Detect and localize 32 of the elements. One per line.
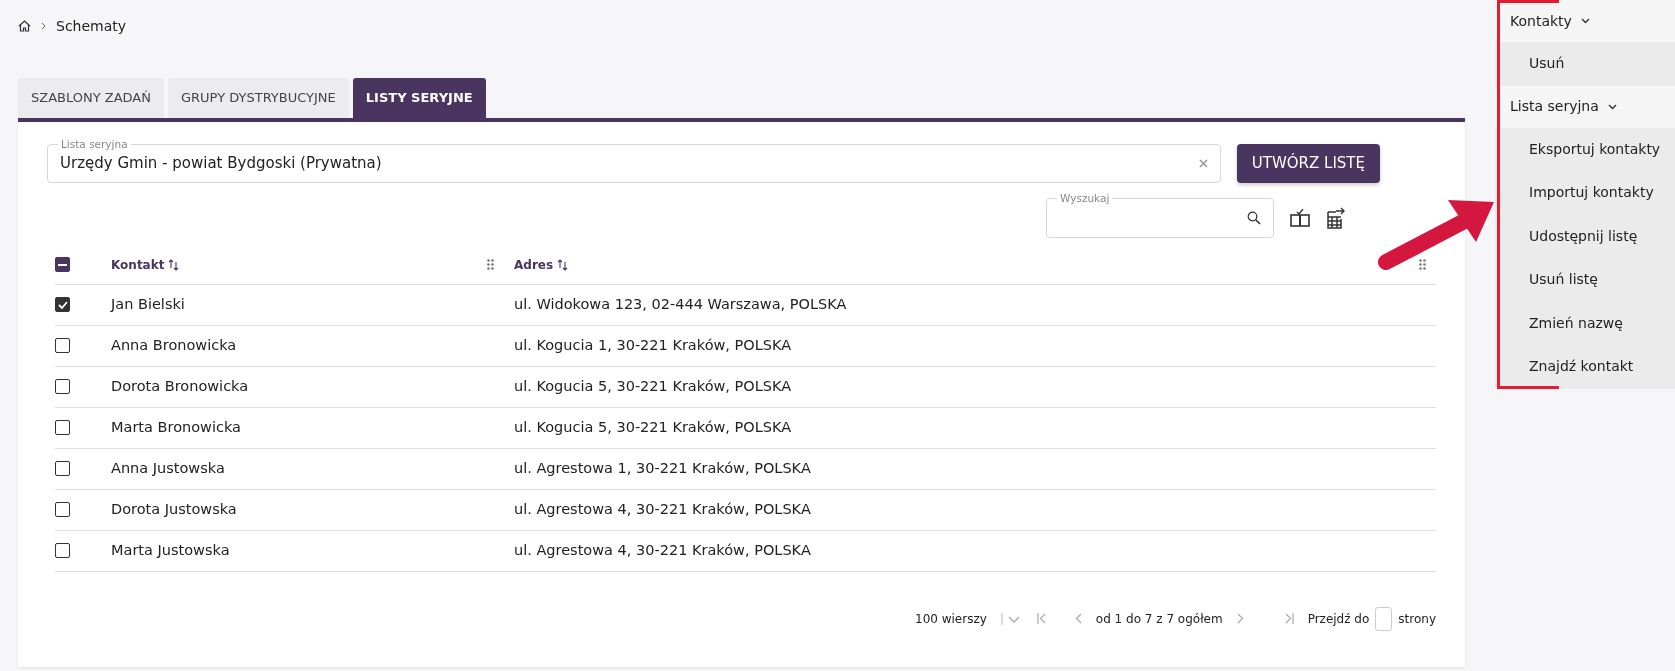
column-header[interactable]: Kontakt [111,255,165,274]
column-header[interactable]: Adres [514,255,554,274]
table-cell-text: ul. Agrestowa 4, 30-221 Kraków, POLSKA [514,540,811,560]
menu-item[interactable]: Udostępnij listę [1495,214,1675,258]
tab[interactable]: SZABLONY ZADAŃ [18,78,164,118]
page-size-label: 100 wierszy [915,610,987,628]
goto-suffix-label: strony [1398,610,1436,628]
menu-item[interactable]: Usuń [1495,42,1675,86]
goto-label: Przejdź do [1307,610,1370,628]
table-cell-text: ul. Kogucia 5, 30-221 Kraków, POLSKA [514,417,792,437]
table-cell-text: Marta Bronowicka [111,417,241,437]
menu-item[interactable]: Importuj kontakty [1495,171,1675,215]
menu-item[interactable]: Usuń listę [1495,258,1675,302]
table-cell-text: ul. Kogucia 5, 30-221 Kraków, POLSKA [514,376,792,396]
menu-item[interactable]: Znajdź kontakt [1495,345,1675,389]
table-cell-text: ul. Agrestowa 1, 30-221 Kraków, POLSKA [514,458,811,478]
table-cell-text: Anna Bronowicka [111,335,237,355]
tab[interactable]: LISTY SERYJNE [352,78,486,118]
table-cell-text: Dorota Justowska [111,499,237,519]
table-cell-text: Marta Justowska [111,540,230,560]
table-cell-text: ul. Kogucia 1, 30-221 Kraków, POLSKA [514,335,792,355]
tab[interactable]: GRUPY DYSTRYBUCYJNE [168,78,349,118]
table-cell-text: Dorota Bronowicka [111,376,249,396]
table-cell-text: Jan Bielski [111,294,185,314]
table-cell-text: Anna Justowska [111,458,225,478]
table-cell-text: ul. Agrestowa 4, 30-221 Kraków, POLSKA [514,499,811,519]
page-range-text: od 1 do 7 z 7 ogółem [1095,610,1223,628]
create-list-button[interactable]: UTWÓRZ LISTĘ [1236,143,1380,183]
table-cell-text: ul. Widokowa 123, 02-444 Warszawa, POLSKA [514,294,847,314]
menu-item[interactable]: Zmień nazwę [1495,301,1675,345]
breadcrumb-current: Schematy [56,16,127,36]
menu-item[interactable]: Eksportuj kontakty [1495,127,1675,171]
